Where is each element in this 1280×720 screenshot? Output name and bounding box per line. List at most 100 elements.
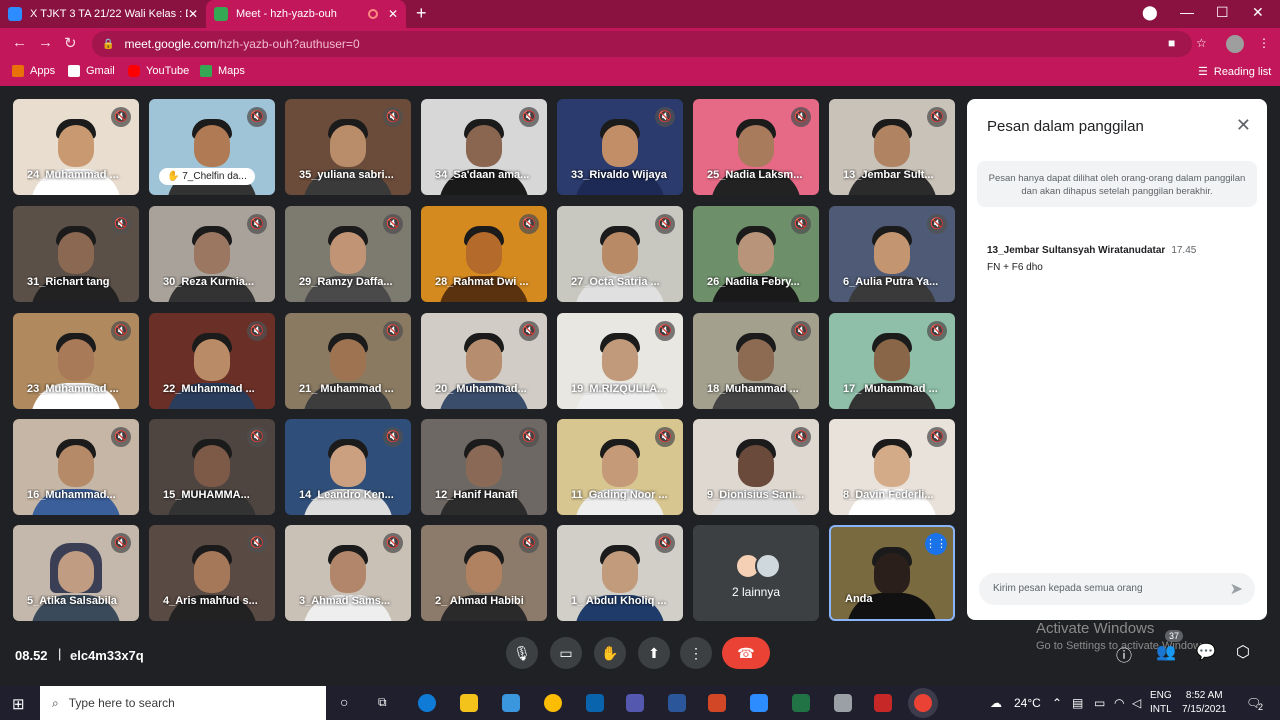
participant-tile[interactable]: 🔇 23_Muhammad ... xyxy=(13,313,139,409)
participant-tile[interactable]: 🔇 8_Davin Federli... xyxy=(829,419,955,515)
camera-icon[interactable]: ■ xyxy=(1168,36,1175,50)
mail-icon[interactable] xyxy=(586,694,604,712)
download-app-icon[interactable] xyxy=(874,694,892,712)
participant-tile[interactable]: 🔇 12_Hanif Hanafi xyxy=(421,419,547,515)
tab-meet[interactable]: Meet - hzh-yazb-ouh ✕ xyxy=(206,0,406,28)
language-indicator[interactable]: ENG INTL xyxy=(1150,689,1172,717)
participant-tile[interactable]: 🔇 31_Richart tang xyxy=(13,206,139,302)
bookmark-youtube[interactable]: YouTube xyxy=(128,65,189,77)
participant-tile[interactable]: 🔇 21_ Muhammad ... xyxy=(285,313,411,409)
teams-icon[interactable] xyxy=(626,694,644,712)
avatar xyxy=(194,339,230,381)
participant-tile[interactable]: 🔇 17_ Muhammad ... xyxy=(829,313,955,409)
chrome-icon[interactable] xyxy=(544,694,562,712)
participant-tile[interactable]: 🔇 15_MUHAMMA... xyxy=(149,419,275,515)
participant-tile[interactable]: 🔇 13_Jembar Sult... xyxy=(829,99,955,195)
end-call-button[interactable]: ☎ xyxy=(722,637,770,669)
send-icon[interactable]: ➤ xyxy=(1230,579,1243,599)
participant-tile[interactable]: 🔇 5_Atika Salsabila xyxy=(13,525,139,621)
more-participants-tile[interactable]: 2 lainnya xyxy=(693,525,819,621)
raise-hand-button[interactable]: ✋ xyxy=(594,637,626,669)
new-tab-button[interactable]: + xyxy=(416,4,427,22)
bookmark-gmail[interactable]: Gmail xyxy=(68,65,115,77)
url-field[interactable]: 🔒 meet.google.com /hzh-yazb-ouh?authuser… xyxy=(92,31,1192,57)
edge-icon[interactable] xyxy=(418,694,436,712)
participant-tile[interactable]: 🔇 4_Aris mahfud s... xyxy=(149,525,275,621)
microphone-button[interactable]: 🎙 xyxy=(506,637,538,669)
chat-icon[interactable]: 💬 xyxy=(1196,642,1216,662)
participant-tile[interactable]: 🔇 35_yuliana sabri... xyxy=(285,99,411,195)
file-explorer-icon[interactable] xyxy=(460,694,478,712)
participant-tile[interactable]: 🔇 6_Aulia Putra Ya... xyxy=(829,206,955,302)
participant-tile[interactable]: 🔇 1_ Abdul Kholiq ... xyxy=(557,525,683,621)
participant-tile[interactable]: 🔇 18_Muhammad ... xyxy=(693,313,819,409)
clock[interactable]: 8:52 AM 7/15/2021 xyxy=(1182,689,1227,717)
participant-tile[interactable]: 🔇 11_Gading Noor ... xyxy=(557,419,683,515)
participant-tile[interactable]: 🔇 28_Rahmat Dwi ... xyxy=(421,206,547,302)
star-icon[interactable]: ☆ xyxy=(1196,36,1207,50)
participant-tile[interactable]: 🔇 9_Dionisius Sani... xyxy=(693,419,819,515)
zoom-icon[interactable] xyxy=(750,694,768,712)
chat-panel: Pesan dalam panggilan ✕ Pesan hanya dapa… xyxy=(967,99,1267,620)
participant-tile[interactable]: 🔇 19_M.RIZQULLA... xyxy=(557,313,683,409)
taskbar-search[interactable]: ⌕ Type here to search xyxy=(40,686,326,720)
wifi-icon[interactable]: ◠ xyxy=(1114,696,1124,710)
chevron-up-icon[interactable]: ⌃ xyxy=(1052,696,1062,710)
battery-icon[interactable]: ▭ xyxy=(1094,696,1105,710)
reading-list-button[interactable]: ☰ Reading list xyxy=(1198,65,1271,79)
volume-icon[interactable]: ◁ xyxy=(1132,696,1141,710)
store-icon[interactable] xyxy=(502,694,520,712)
participant-tile[interactable]: 🔇 29_Ramzy Daffa... xyxy=(285,206,411,302)
participant-tile[interactable]: 🔇 20_ Muhammad... xyxy=(421,313,547,409)
participant-tile[interactable]: 🔇 ✋ 7_Chelfin da... xyxy=(149,99,275,195)
windows-start-icon[interactable]: ⊞ xyxy=(12,695,25,713)
participant-tile[interactable]: 🔇 16_Muhammad... xyxy=(13,419,139,515)
app-icon[interactable] xyxy=(834,694,852,712)
tab-class[interactable]: X TJKT 3 TA 21/22 Wali Kelas : Dr... ✕ xyxy=(0,0,206,28)
participant-tile[interactable]: 🔇 26_Nadila Febry... xyxy=(693,206,819,302)
info-icon[interactable]: ⓘ xyxy=(1116,642,1132,666)
excel-icon[interactable] xyxy=(792,694,810,712)
close-tab-icon[interactable]: ✕ xyxy=(188,7,198,21)
participant-tile[interactable]: 🔇 3_Ahmad Sams... xyxy=(285,525,411,621)
self-tile[interactable]: ⋮⋮ Anda xyxy=(829,525,955,621)
chrome-active-icon[interactable] xyxy=(914,694,932,712)
powerpoint-icon[interactable] xyxy=(708,694,726,712)
network-icon[interactable]: ▤ xyxy=(1072,696,1083,710)
reload-icon[interactable]: ↻ xyxy=(64,34,77,52)
participant-tile[interactable]: 🔇 24_Muhammad ... xyxy=(13,99,139,195)
word-icon[interactable] xyxy=(668,694,686,712)
mic-off-icon: 🔇 xyxy=(383,107,403,127)
profile-menu-icon[interactable]: ⬤ xyxy=(1142,4,1158,21)
activities-icon[interactable]: ⬡ xyxy=(1236,642,1250,662)
camera-button[interactable]: ▭ xyxy=(550,637,582,669)
avatar xyxy=(738,232,774,274)
participant-tile[interactable]: 🔇 2_ Ahmad Habibi xyxy=(421,525,547,621)
close-tab-icon[interactable]: ✕ xyxy=(388,7,398,21)
task-view-icon[interactable]: ⧉ xyxy=(378,695,387,710)
clock-time: 8:52 AM xyxy=(1185,690,1223,701)
forward-icon[interactable]: → xyxy=(38,34,53,51)
participant-tile[interactable]: 🔇 14_Leandro Ken... xyxy=(285,419,411,515)
menu-icon[interactable]: ⋮ xyxy=(1258,36,1270,50)
participant-tile[interactable]: 🔇 27_Octa Satria ... xyxy=(557,206,683,302)
participant-tile[interactable]: 🔇 25_Nadia Laksm... xyxy=(693,99,819,195)
avatar[interactable] xyxy=(1226,35,1244,53)
back-icon[interactable]: ← xyxy=(12,34,27,51)
cortana-icon[interactable]: ○ xyxy=(340,694,348,710)
present-button[interactable]: ⬆ xyxy=(638,637,670,669)
participant-tile[interactable]: 🔇 34_Sa'daan ama... xyxy=(421,99,547,195)
avatar xyxy=(330,339,366,381)
close-window-button[interactable]: ✕ xyxy=(1252,4,1264,21)
close-icon[interactable]: ✕ xyxy=(1236,115,1251,136)
more-options-button[interactable]: ⋮ xyxy=(680,637,712,669)
maximize-button[interactable]: ☐ xyxy=(1216,4,1229,21)
bookmark-apps[interactable]: Apps xyxy=(12,65,55,77)
participant-tile[interactable]: 🔇 30_Reza Kurnia... xyxy=(149,206,275,302)
chat-input[interactable]: Kirim pesan kepada semua orang xyxy=(979,573,1255,605)
minimize-button[interactable]: — xyxy=(1180,4,1194,20)
people-icon[interactable]: 👥 xyxy=(1156,642,1176,662)
bookmark-maps[interactable]: Maps xyxy=(200,65,245,77)
participant-tile[interactable]: 🔇 22_Muhammad ... xyxy=(149,313,275,409)
participant-tile[interactable]: 🔇 33_Rivaldo Wijaya xyxy=(557,99,683,195)
